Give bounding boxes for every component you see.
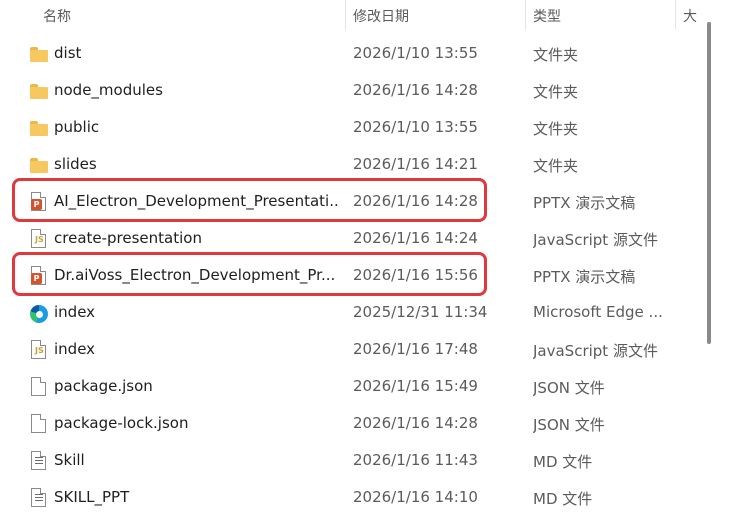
file-name[interactable]: package-lock.json [54, 414, 339, 432]
column-header-name[interactable]: 名称 [43, 6, 71, 26]
file-type: PPTX 演示文稿 [533, 194, 636, 212]
file-modified-date: 2026/1/16 14:21 [353, 155, 478, 173]
js-file-icon: JS [30, 229, 48, 249]
file-row[interactable]: slides 2026/1/16 14:21 文件夹 [0, 147, 705, 184]
folder-icon [30, 81, 48, 101]
file-row[interactable]: node_modules 2026/1/16 14:28 文件夹 [0, 73, 705, 110]
file-modified-date: 2026/1/16 14:28 [353, 414, 478, 432]
file-modified-date: 2026/1/16 14:10 [353, 488, 478, 506]
file-row[interactable]: JS create-presentation 2026/1/16 14:24 Java… [0, 221, 705, 258]
file-row[interactable]: index 2025/12/31 11:34 Microsoft Edge ... [0, 295, 705, 332]
file-row[interactable]: P Dr.aiVoss_Electron_Development_Pr... 202… [0, 258, 705, 295]
file-type: 文件夹 [533, 157, 579, 175]
file-name[interactable]: AI_Electron_Development_Presentati... [54, 192, 339, 210]
file-row[interactable]: JS index 2026/1/16 17:48 JavaScript 源文件 [0, 332, 705, 369]
json-file-icon [30, 377, 48, 397]
file-name[interactable]: dist [54, 44, 339, 62]
md-file-icon [30, 488, 48, 508]
folder-icon [30, 118, 48, 138]
file-name[interactable]: slides [54, 155, 339, 173]
file-modified-date: 2026/1/16 15:56 [353, 266, 478, 284]
file-type: JavaScript 源文件 [533, 342, 658, 360]
file-modified-date: 2026/1/16 14:24 [353, 229, 478, 247]
file-row[interactable]: package.json 2026/1/16 15:49 JSON 文件 [0, 369, 705, 406]
file-modified-date: 2026/1/10 13:55 [353, 44, 478, 62]
column-header-type[interactable]: 类型 [533, 6, 561, 26]
file-type: JSON 文件 [533, 379, 605, 397]
file-name[interactable]: index [54, 303, 339, 321]
file-modified-date: 2026/1/10 13:55 [353, 118, 478, 136]
file-type: Microsoft Edge ... [533, 303, 663, 321]
json-file-icon [30, 414, 48, 434]
file-row[interactable]: SKILL_PPT 2026/1/16 14:10 MD 文件 [0, 480, 705, 517]
file-name[interactable]: SKILL_PPT [54, 488, 339, 506]
file-modified-date: 2025/12/31 11:34 [353, 303, 488, 321]
file-type: JSON 文件 [533, 416, 605, 434]
folder-icon [30, 44, 48, 64]
file-name[interactable]: index [54, 340, 339, 358]
file-row[interactable]: Skill 2026/1/16 11:43 MD 文件 [0, 443, 705, 480]
file-name[interactable]: Skill [54, 451, 339, 469]
column-divider[interactable] [345, 0, 346, 30]
file-name[interactable]: Dr.aiVoss_Electron_Development_Pr... [54, 266, 339, 284]
file-row[interactable]: P AI_Electron_Development_Presentati... 20… [0, 184, 705, 221]
pptx-file-icon: P [30, 192, 48, 212]
sort-ascending-icon[interactable]: ^ [183, 0, 191, 7]
edge-file-icon [30, 303, 48, 323]
file-modified-date: 2026/1/16 14:28 [353, 192, 478, 210]
file-type: MD 文件 [533, 490, 593, 508]
column-divider[interactable] [675, 0, 676, 30]
file-name[interactable]: node_modules [54, 81, 339, 99]
file-modified-date: 2026/1/16 15:49 [353, 377, 478, 395]
file-row[interactable]: package-lock.json 2026/1/16 14:28 JSON 文件 [0, 406, 705, 443]
folder-icon [30, 155, 48, 175]
file-row[interactable]: dist 2026/1/10 13:55 文件夹 [0, 36, 705, 73]
file-name[interactable]: package.json [54, 377, 339, 395]
file-type: PPTX 演示文稿 [533, 268, 636, 286]
file-type: MD 文件 [533, 453, 593, 471]
file-type: 文件夹 [533, 120, 579, 138]
pptx-file-icon: P [30, 266, 48, 286]
file-modified-date: 2026/1/16 14:28 [353, 81, 478, 99]
column-divider[interactable] [525, 0, 526, 30]
column-header-size[interactable]: 大 [683, 6, 697, 26]
file-name[interactable]: create-presentation [54, 229, 339, 247]
md-file-icon [30, 451, 48, 471]
file-type: 文件夹 [533, 46, 579, 64]
file-modified-date: 2026/1/16 17:48 [353, 340, 478, 358]
file-type: 文件夹 [533, 83, 579, 101]
js-file-icon: JS [30, 340, 48, 360]
file-type: JavaScript 源文件 [533, 231, 658, 249]
scrollbar-thumb[interactable] [707, 22, 711, 344]
file-modified-date: 2026/1/16 11:43 [353, 451, 478, 469]
file-row[interactable]: public 2026/1/10 13:55 文件夹 [0, 110, 705, 147]
column-header-bar: ^ 名称 修改日期 类型 大 [0, 0, 705, 30]
file-name[interactable]: public [54, 118, 339, 136]
column-header-date[interactable]: 修改日期 [353, 6, 409, 26]
